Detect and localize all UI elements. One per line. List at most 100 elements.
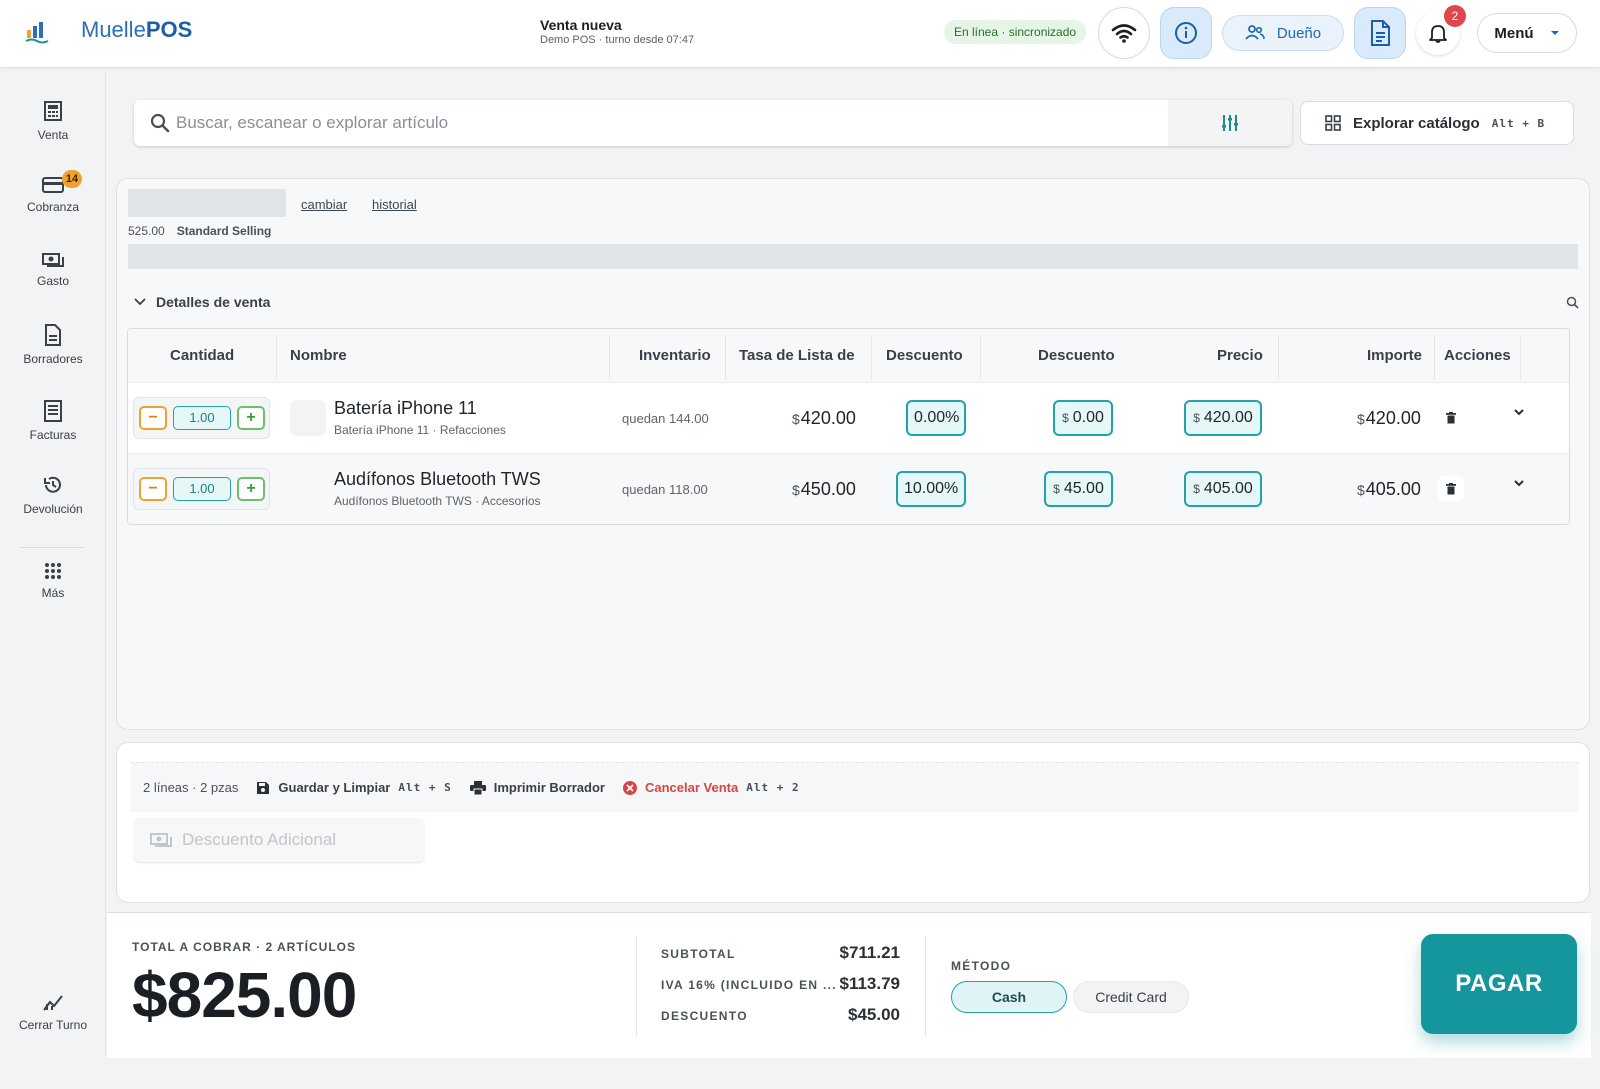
currency-symbol: $ [1357, 482, 1365, 498]
expand-row-icon[interactable] [1514, 480, 1524, 487]
filter-button[interactable] [1168, 100, 1292, 146]
sync-status-badge: En línea · sincronizado [944, 20, 1087, 44]
print-draft-label: Imprimir Borrador [493, 780, 605, 795]
sidebar-item-gasto[interactable]: Gasto [0, 252, 106, 288]
documents-button[interactable] [1354, 7, 1406, 59]
price-list: Standard Selling [176, 224, 272, 238]
chart-icon [43, 995, 63, 1011]
sale-details-label: Detalles de venta [156, 294, 271, 310]
shortcut-hint: Alt + 2 [746, 781, 800, 794]
search-input[interactable] [176, 100, 1126, 146]
payment-method-cash[interactable]: Cash [951, 981, 1067, 1013]
quantity-input[interactable]: 1.00 [173, 406, 231, 430]
wifi-button[interactable] [1098, 7, 1150, 59]
document-icon [1371, 20, 1390, 46]
column-header: Tasa de Lista de [739, 347, 855, 364]
sidebar: Venta Cobranza 14 Gasto Borradores Factu… [0, 72, 106, 1056]
line-amount-value: 405.00 [1365, 479, 1421, 499]
column-divider [1278, 335, 1279, 379]
line-amount-value: 420.00 [1365, 408, 1421, 428]
card-icon [42, 177, 64, 193]
customer-placeholder [128, 189, 286, 217]
quantity-input[interactable]: 1.00 [173, 477, 231, 501]
logo-icon [25, 22, 49, 44]
save-clear-button[interactable]: Guardar y Limpiar Alt + S [256, 780, 451, 795]
close-shift-button[interactable]: Cerrar Turno [0, 992, 106, 1032]
sidebar-item-borradores[interactable]: Borradores [0, 324, 106, 366]
sidebar-label: Facturas [29, 428, 77, 442]
cash-icon [42, 253, 64, 267]
extra-discount-input[interactable]: Descuento Adicional [134, 818, 424, 862]
shortcut-hint: Alt + B [1491, 116, 1546, 130]
sidebar-label: Gasto [36, 274, 69, 288]
table-row: − 1.00 + Batería iPhone 11 Batería iPhon… [128, 383, 1569, 454]
sidebar-item-facturas[interactable]: Facturas [0, 400, 106, 442]
sidebar-item-venta[interactable]: Venta [0, 100, 106, 142]
delete-row-button[interactable] [1438, 405, 1464, 431]
price-value: 405.00 [1203, 480, 1253, 497]
decrease-qty-button[interactable]: − [139, 406, 167, 430]
pay-button[interactable]: PAGAR [1421, 934, 1577, 1034]
column-divider [609, 335, 610, 379]
browse-catalog-button[interactable]: Explorar catálogo Alt + B [1300, 101, 1574, 145]
quantity-stepper: − 1.00 + [133, 397, 270, 439]
column-header: Descuento [886, 347, 963, 364]
discount-percent-input[interactable]: 10.00% [896, 471, 966, 507]
history-link[interactable]: historial [372, 197, 417, 212]
top-bar: MuellePOS Venta nueva Demo POS · turno d… [0, 0, 1600, 68]
divider [636, 936, 637, 1036]
increase-qty-button[interactable]: + [237, 477, 265, 501]
print-draft-button[interactable]: Imprimir Borrador [469, 780, 605, 795]
close-shift-label: Cerrar Turno [18, 1018, 88, 1032]
sidebar-item-devolucion[interactable]: Devolución [0, 474, 106, 516]
sidebar-label: Cobranza [26, 200, 80, 214]
document-icon [45, 324, 61, 346]
currency-symbol: $ [1053, 482, 1060, 496]
menu-button[interactable]: Menú [1477, 13, 1577, 53]
discount-value: $45.00 [848, 1005, 900, 1024]
cobranza-count-badge: 14 [62, 170, 82, 188]
save-icon [257, 781, 270, 794]
price-input[interactable]: $405.00 [1184, 471, 1262, 507]
expand-row-icon[interactable] [1514, 409, 1524, 416]
column-header: Importe [1367, 347, 1423, 364]
subtotal-value: $711.21 [839, 943, 900, 962]
price-value: 420.00 [1203, 409, 1253, 426]
invoice-icon [44, 400, 62, 422]
delete-row-button[interactable] [1438, 476, 1464, 502]
search-icon[interactable] [1566, 296, 1579, 309]
tax-value: $113.79 [839, 974, 900, 993]
increase-qty-button[interactable]: + [237, 406, 265, 430]
discount-amount-input[interactable]: $45.00 [1044, 471, 1113, 507]
page-title: Venta nueva [540, 17, 622, 33]
cancel-sale-button[interactable]: Cancelar Venta Alt + 2 [622, 780, 800, 795]
column-header: Descuento [1038, 347, 1115, 364]
currency-symbol: $ [792, 482, 800, 498]
sidebar-item-cobranza[interactable]: Cobranza 14 [0, 170, 106, 214]
product-name: Batería iPhone 11 [334, 398, 477, 418]
sidebar-label: Venta [37, 128, 69, 142]
discount-amount-input[interactable]: $0.00 [1053, 400, 1113, 436]
decrease-qty-button[interactable]: − [139, 477, 167, 501]
stock-remaining: quedan 118.00 [622, 482, 708, 497]
price-input[interactable]: $420.00 [1184, 400, 1262, 436]
search-icon [150, 113, 170, 133]
change-customer-link[interactable]: cambiar [301, 197, 347, 212]
sidebar-item-mas[interactable]: Más [0, 562, 106, 600]
discount-amount-value: 45.00 [1063, 480, 1104, 497]
extra-discount-placeholder: Descuento Adicional [182, 830, 337, 849]
sale-details-toggle[interactable]: Detalles de venta [134, 294, 270, 310]
owner-button[interactable]: Dueño [1222, 15, 1344, 51]
payment-method-credit-card[interactable]: Credit Card [1073, 981, 1189, 1013]
product-subtitle: Audífonos Bluetooth TWS · Accesorios [334, 494, 541, 508]
column-divider [871, 335, 872, 379]
sliders-icon [1222, 115, 1238, 131]
product-subtitle: Batería iPhone 11 · Refacciones [334, 423, 506, 437]
apps-icon [45, 563, 61, 579]
cancel-sale-label: Cancelar Venta [644, 780, 739, 795]
lines-summary: 2 líneas · 2 pzas [143, 780, 239, 795]
bell-icon [1429, 25, 1447, 43]
register-icon [44, 101, 62, 121]
info-button[interactable] [1160, 7, 1212, 59]
discount-percent-input[interactable]: 0.00% [906, 400, 966, 436]
